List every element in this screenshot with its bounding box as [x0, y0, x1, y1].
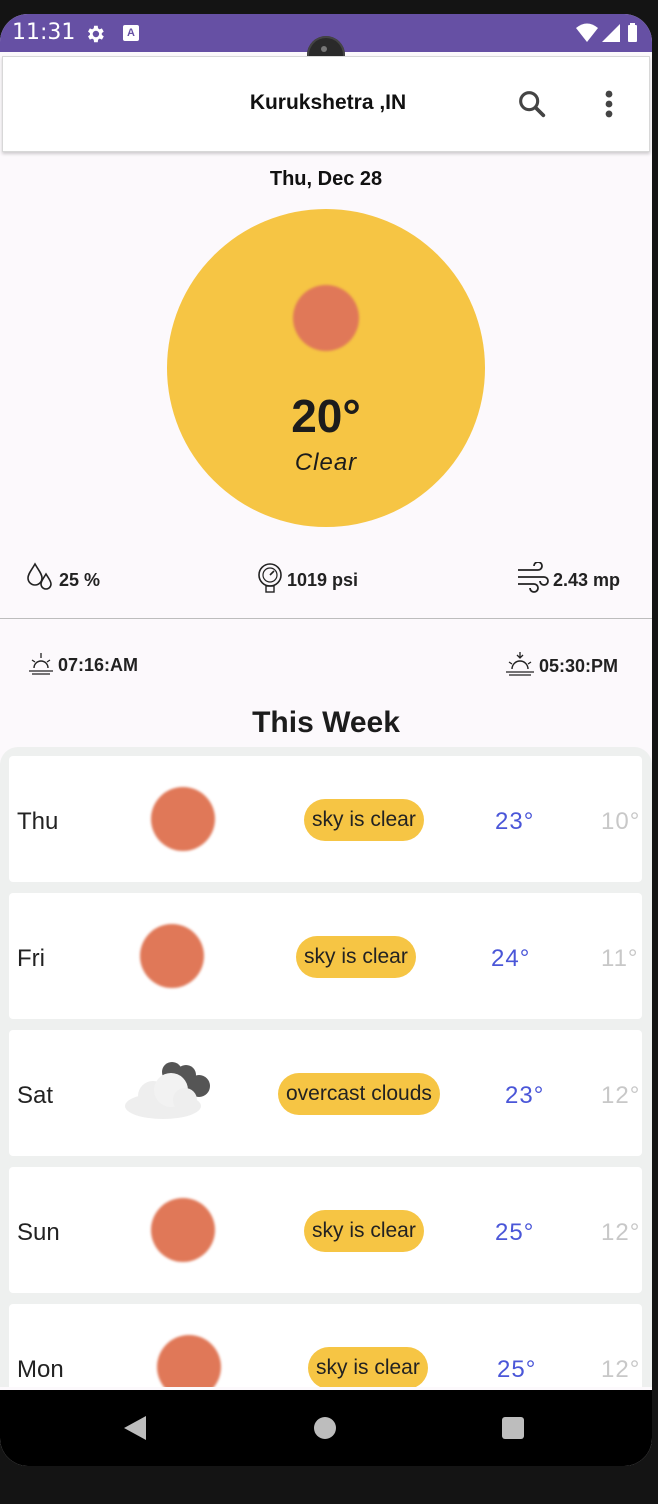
- wind-icon: [516, 561, 550, 599]
- sunset-time: 05:30:PM: [539, 656, 619, 676]
- wind-value: 2.43 mp: [553, 570, 621, 590]
- keyboard-a-icon: A: [123, 25, 139, 41]
- wifi-icon: [576, 23, 598, 42]
- sun-icon: [293, 285, 359, 351]
- forecast-card[interactable]: Fri sky is clear 24° 11°: [9, 893, 642, 1019]
- recents-icon[interactable]: [502, 1417, 524, 1439]
- condition-pill: sky is clear: [308, 1347, 428, 1387]
- sunrise-icon: [28, 650, 54, 681]
- high-temp: 24°: [491, 945, 531, 972]
- sun-icon: [140, 924, 204, 988]
- home-icon[interactable]: [314, 1417, 336, 1439]
- signal-icon: [602, 24, 620, 42]
- status-time: 11:31: [12, 20, 76, 45]
- low-temp: 10°: [601, 808, 641, 835]
- low-temp: 12°: [601, 1082, 641, 1109]
- high-temp: 23°: [495, 808, 535, 835]
- current-temperature: 20°: [291, 390, 361, 442]
- forecast-card[interactable]: Sat overcast clouds 23° 12°: [9, 1030, 642, 1156]
- day-name: Fri: [17, 945, 45, 972]
- week-forecast-list[interactable]: Thu sky is clear 23° 10° Fri sky is clea…: [0, 747, 652, 1387]
- condition-pill: sky is clear: [304, 799, 424, 841]
- sunrise-time: 07:16:AM: [58, 655, 139, 675]
- condition-pill: sky is clear: [296, 936, 416, 978]
- sun-icon: [151, 1198, 215, 1262]
- day-name: Sat: [17, 1082, 54, 1109]
- current-weather-circle: 20° Clear: [167, 209, 485, 527]
- sunrise-info: 07:16:AM: [28, 650, 138, 681]
- current-condition: Clear: [294, 449, 358, 476]
- pressure-metric: 1019 psi: [256, 562, 358, 599]
- high-temp: 25°: [495, 1219, 535, 1246]
- pressure-gauge-icon: [256, 562, 284, 599]
- forecast-card[interactable]: Sun sky is clear 25° 12°: [9, 1167, 642, 1293]
- settings-gear-icon: [84, 23, 106, 50]
- system-nav-bar: [0, 1390, 652, 1466]
- day-name: Mon: [17, 1356, 64, 1383]
- wind-metric: 2.43 mp: [516, 561, 621, 599]
- day-name: Thu: [17, 808, 59, 835]
- sunset-icon: [505, 650, 535, 683]
- forecast-card[interactable]: Mon sky is clear 25° 12°: [9, 1304, 642, 1387]
- current-date: Thu, Dec 28: [269, 168, 383, 190]
- forecast-card[interactable]: Thu sky is clear 23° 10°: [9, 756, 642, 882]
- back-icon[interactable]: [122, 1414, 148, 1447]
- app-bar: Kurukshetra ,IN: [2, 56, 650, 152]
- low-temp: 11°: [601, 945, 639, 972]
- sunset-info: 05:30:PM: [505, 650, 618, 683]
- high-temp: 23°: [505, 1082, 545, 1109]
- condition-pill: overcast clouds: [278, 1073, 440, 1115]
- humidity-icon: [26, 562, 56, 599]
- phone-screen: 11:31 A Kurukshetra ,IN Thu, Dec 28 20° …: [0, 14, 652, 1466]
- sun-icon: [151, 787, 215, 851]
- cloud-icon: [123, 1058, 217, 1125]
- status-icons: [576, 22, 640, 49]
- low-temp: 12°: [601, 1219, 641, 1246]
- more-vert-icon[interactable]: [599, 87, 619, 126]
- week-title: This Week: [252, 706, 400, 739]
- humidity-metric: 25 %: [26, 562, 100, 599]
- humidity-value: 25 %: [59, 570, 101, 590]
- location-title: Kurukshetra ,IN: [249, 91, 407, 114]
- low-temp: 12°: [601, 1356, 641, 1383]
- day-name: Sun: [17, 1219, 60, 1246]
- divider: [0, 618, 652, 619]
- battery-icon: [628, 25, 637, 42]
- condition-pill: sky is clear: [304, 1210, 424, 1252]
- search-icon[interactable]: [515, 87, 549, 126]
- sun-icon: [157, 1335, 221, 1387]
- pressure-value: 1019 psi: [287, 570, 359, 590]
- high-temp: 25°: [497, 1356, 537, 1383]
